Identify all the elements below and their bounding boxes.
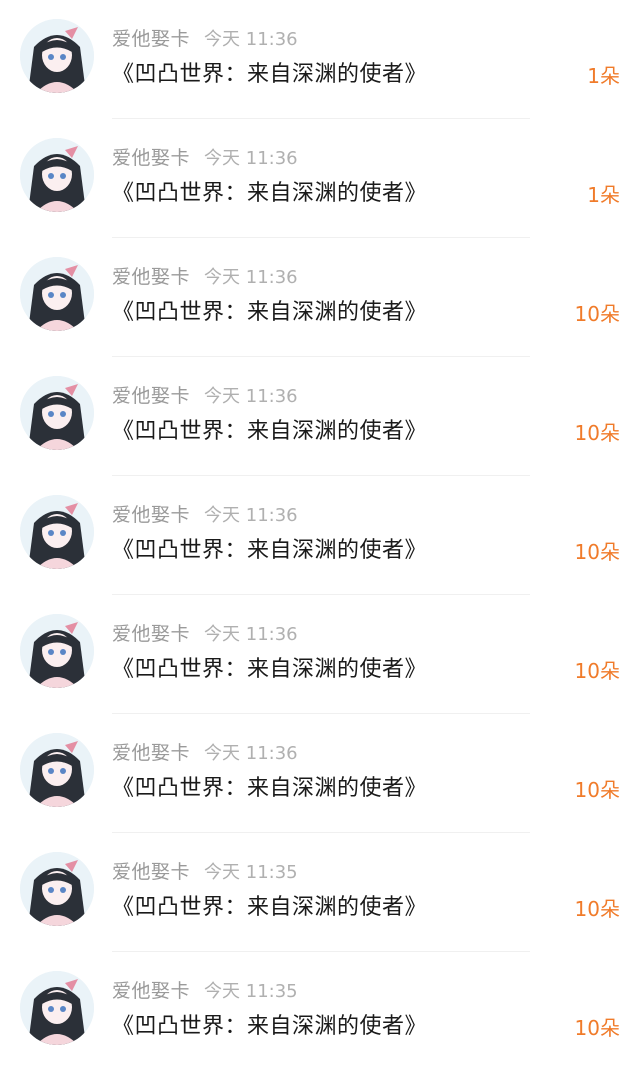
anime-girl-avatar-icon <box>20 138 94 212</box>
user-name[interactable]: 爱他娶卡 <box>112 385 190 407</box>
work-title: 《凹凸世界：来自深渊的使者》 <box>112 300 428 325</box>
item-meta: 爱他娶卡 今天 11:36 <box>112 502 298 528</box>
user-name[interactable]: 爱他娶卡 <box>112 623 190 645</box>
time-stamp: 今天 11:36 <box>204 29 298 50</box>
avatar[interactable] <box>20 733 94 807</box>
work-title: 《凹凸世界：来自深渊的使者》 <box>112 538 428 563</box>
gift-amount: 1朵 <box>587 183 620 207</box>
user-name[interactable]: 爱他娶卡 <box>112 504 190 526</box>
avatar[interactable] <box>20 19 94 93</box>
item-meta: 爱他娶卡 今天 11:36 <box>112 383 298 409</box>
avatar[interactable] <box>20 376 94 450</box>
item-meta: 爱他娶卡 今天 11:36 <box>112 740 298 766</box>
anime-girl-avatar-icon <box>20 376 94 450</box>
list-item[interactable]: 爱他娶卡 今天 11:36 《凹凸世界：来自深渊的使者》 10朵 <box>0 595 640 714</box>
gift-amount: 10朵 <box>574 1016 620 1040</box>
user-name[interactable]: 爱他娶卡 <box>112 28 190 50</box>
list-item[interactable]: 爱他娶卡 今天 11:35 《凹凸世界：来自深渊的使者》 10朵 <box>0 833 640 952</box>
work-title: 《凹凸世界：来自深渊的使者》 <box>112 62 428 87</box>
user-name[interactable]: 爱他娶卡 <box>112 742 190 764</box>
item-meta: 爱他娶卡 今天 11:35 <box>112 978 298 1004</box>
item-meta: 爱他娶卡 今天 11:35 <box>112 859 298 885</box>
item-meta: 爱他娶卡 今天 11:36 <box>112 145 298 171</box>
item-meta: 爱他娶卡 今天 11:36 <box>112 26 298 52</box>
list-item[interactable]: 爱他娶卡 今天 11:36 《凹凸世界：来自深渊的使者》 10朵 <box>0 238 640 357</box>
time-stamp: 今天 11:35 <box>204 862 298 883</box>
list-item[interactable]: 爱他娶卡 今天 11:36 《凹凸世界：来自深渊的使者》 1朵 <box>0 0 640 119</box>
list-item[interactable]: 爱他娶卡 今天 11:36 《凹凸世界：来自深渊的使者》 10朵 <box>0 714 640 833</box>
gift-amount: 10朵 <box>574 302 620 326</box>
work-title: 《凹凸世界：来自深渊的使者》 <box>112 776 428 801</box>
list-item[interactable]: 爱他娶卡 今天 11:35 《凹凸世界：来自深渊的使者》 10朵 <box>0 952 640 1071</box>
user-name[interactable]: 爱他娶卡 <box>112 266 190 288</box>
avatar[interactable] <box>20 495 94 569</box>
avatar[interactable] <box>20 257 94 331</box>
gift-amount: 10朵 <box>574 897 620 921</box>
work-title: 《凹凸世界：来自深渊的使者》 <box>112 657 428 682</box>
gift-amount: 10朵 <box>574 540 620 564</box>
anime-girl-avatar-icon <box>20 19 94 93</box>
list-item[interactable]: 爱他娶卡 今天 11:36 《凹凸世界：来自深渊的使者》 1朵 <box>0 119 640 238</box>
anime-girl-avatar-icon <box>20 257 94 331</box>
avatar[interactable] <box>20 852 94 926</box>
avatar[interactable] <box>20 971 94 1045</box>
user-name[interactable]: 爱他娶卡 <box>112 861 190 883</box>
list-item[interactable]: 爱他娶卡 今天 11:36 《凹凸世界：来自深渊的使者》 10朵 <box>0 476 640 595</box>
work-title: 《凹凸世界：来自深渊的使者》 <box>112 895 428 920</box>
user-name[interactable]: 爱他娶卡 <box>112 147 190 169</box>
item-meta: 爱他娶卡 今天 11:36 <box>112 621 298 647</box>
gift-amount: 10朵 <box>574 659 620 683</box>
time-stamp: 今天 11:36 <box>204 386 298 407</box>
avatar[interactable] <box>20 614 94 688</box>
work-title: 《凹凸世界：来自深渊的使者》 <box>112 419 428 444</box>
anime-girl-avatar-icon <box>20 971 94 1045</box>
item-meta: 爱他娶卡 今天 11:36 <box>112 264 298 290</box>
gift-amount: 10朵 <box>574 421 620 445</box>
time-stamp: 今天 11:36 <box>204 743 298 764</box>
time-stamp: 今天 11:36 <box>204 267 298 288</box>
gift-record-list: 爱他娶卡 今天 11:36 《凹凸世界：来自深渊的使者》 1朵 爱他娶卡 今天 11… <box>0 0 640 1071</box>
anime-girl-avatar-icon <box>20 733 94 807</box>
time-stamp: 今天 11:36 <box>204 148 298 169</box>
work-title: 《凹凸世界：来自深渊的使者》 <box>112 181 428 206</box>
time-stamp: 今天 11:36 <box>204 505 298 526</box>
list-item[interactable]: 爱他娶卡 今天 11:36 《凹凸世界：来自深渊的使者》 10朵 <box>0 357 640 476</box>
time-stamp: 今天 11:35 <box>204 981 298 1002</box>
avatar[interactable] <box>20 138 94 212</box>
anime-girl-avatar-icon <box>20 852 94 926</box>
gift-amount: 1朵 <box>587 64 620 88</box>
work-title: 《凹凸世界：来自深渊的使者》 <box>112 1014 428 1039</box>
time-stamp: 今天 11:36 <box>204 624 298 645</box>
anime-girl-avatar-icon <box>20 614 94 688</box>
gift-amount: 10朵 <box>574 778 620 802</box>
user-name[interactable]: 爱他娶卡 <box>112 980 190 1002</box>
anime-girl-avatar-icon <box>20 495 94 569</box>
